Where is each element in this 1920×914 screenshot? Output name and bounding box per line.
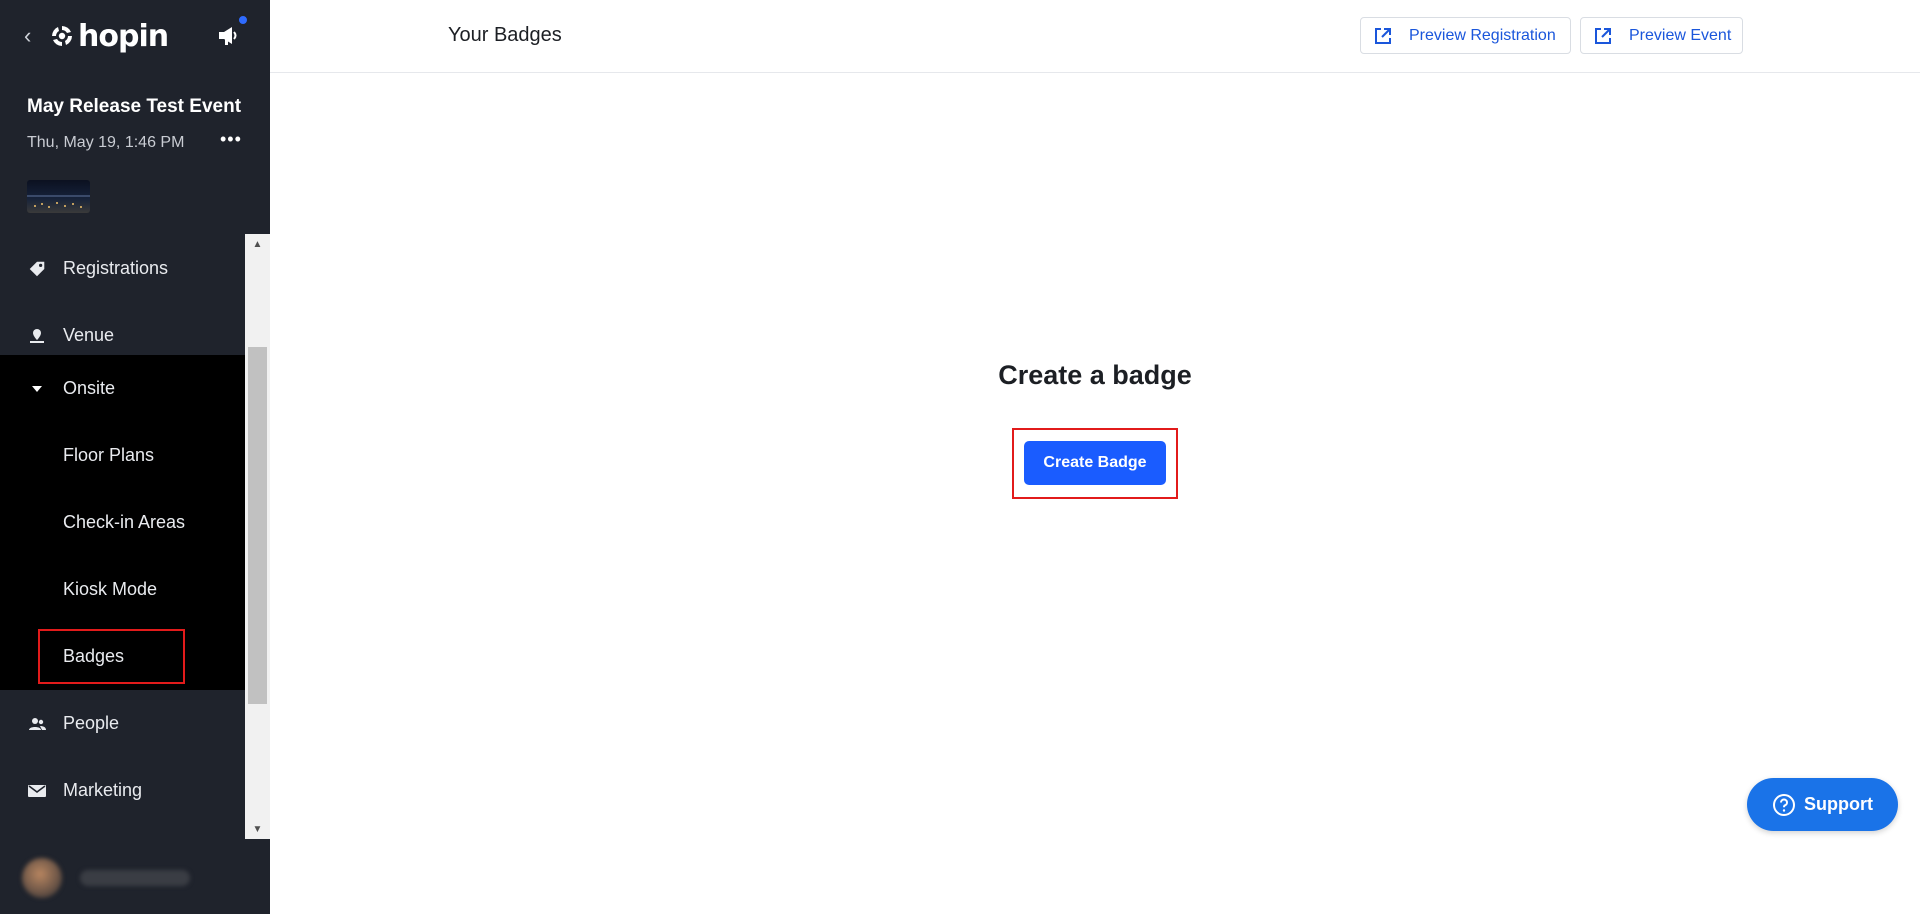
people-icon [27,714,47,734]
scroll-up-arrow-icon[interactable]: ▲ [245,234,270,254]
sidebar-item-label: Floor Plans [63,445,155,465]
notification-dot [237,14,249,26]
event-thumbnail-image [27,195,90,208]
user-name-blurred [80,870,190,886]
event-title: May Release Test Event [27,96,242,117]
support-button[interactable]: Support [1747,778,1898,831]
avatar [22,858,62,898]
sidebar-item-label: Marketing [63,780,143,800]
create-badge-button[interactable]: Create Badge [1024,441,1166,485]
more-options-icon[interactable]: ••• [220,130,246,154]
hopin-logo-text: hopin [78,18,169,54]
sidebar-header: ‹ hopin [0,0,270,72]
user-profile[interactable] [0,840,270,914]
external-link-icon [1595,27,1611,44]
sidebar-item-label: Venue [63,325,115,345]
scrollbar-thumb[interactable] [248,347,267,704]
sidebar-item-check-in-areas[interactable]: Check-in Areas [0,489,245,556]
sidebar-item-floor-plans[interactable]: Floor Plans [0,422,245,489]
preview-registration-label: Preview Registration [1409,26,1556,44]
badges-highlight-box [38,629,185,684]
caret-down-icon [27,379,47,399]
sidebar-scrollbar[interactable]: ▲ ▼ [245,234,270,839]
preview-event-button[interactable]: Preview Event [1580,17,1743,54]
sidebar-item-marketing[interactable]: Marketing [0,757,245,824]
support-label: Support [1804,794,1873,814]
sidebar-item-label: Registrations [63,258,169,278]
sidebar-item-label: People [63,713,120,733]
sidebar-nav: Registrations Venue Onsite Floor Plans C… [0,235,245,840]
sidebar-item-registrations[interactable]: Registrations [0,235,245,302]
megaphone-icon[interactable] [216,22,244,48]
venue-pin-icon [27,326,47,346]
sidebar-item-kiosk-mode[interactable]: Kiosk Mode [0,556,245,623]
hopin-logo[interactable]: hopin [50,18,169,54]
sidebar-item-people[interactable]: People [0,690,245,757]
back-chevron-icon[interactable]: ‹ [24,22,44,50]
external-link-icon [1375,27,1391,44]
sidebar-item-label: Check-in Areas [63,512,186,532]
event-date: Thu, May 19, 1:46 PM [27,134,185,151]
event-thumbnail [27,180,90,213]
app-root: ‹ hopin May Release Test Event Thu, May … [0,0,1920,914]
create-badge-heading: Create a badge [998,360,1192,390]
help-circle-icon [1773,793,1795,816]
mail-icon [27,781,47,801]
ticket-icon [27,259,47,279]
sidebar-item-label: Kiosk Mode [63,579,158,599]
preview-registration-button[interactable]: Preview Registration [1360,17,1571,54]
sidebar-item-label: Onsite [63,378,116,398]
page-title: Your Badges [448,24,562,46]
sidebar-item-onsite[interactable]: Onsite [0,355,245,422]
hopin-logo-mark-icon [52,26,72,46]
scroll-down-arrow-icon[interactable]: ▼ [245,819,270,839]
topbar: Your Badges Preview Registration Preview… [270,0,1920,73]
sidebar: ‹ hopin May Release Test Event Thu, May … [0,0,270,914]
preview-event-label: Preview Event [1629,26,1732,44]
